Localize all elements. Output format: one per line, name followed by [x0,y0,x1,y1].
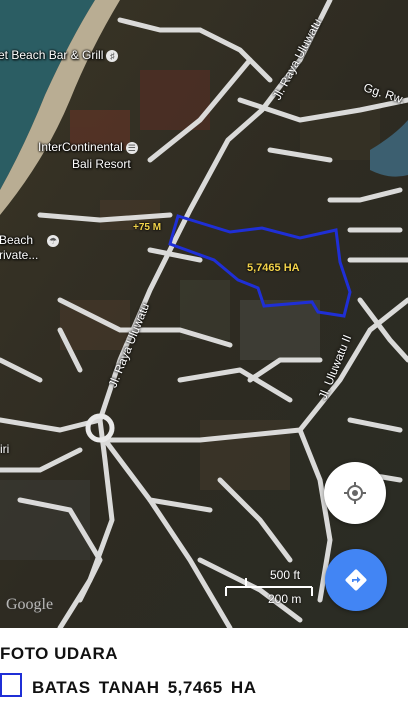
google-attribution: Google [6,596,54,613]
poi-label: InterContinental [38,140,123,154]
bed-icon: ☰ [125,141,138,154]
poi-intercontinental[interactable]: InterContinental ☰ [38,140,138,154]
poi-label: Bali Resort [72,157,131,171]
aerial-map[interactable]: et Beach Bar & Grill ♯ InterContinental ☰ … [0,0,408,631]
fork-knife-icon: ♯ [106,49,119,62]
poi-label: rivate... [0,248,39,262]
my-location-button[interactable] [324,462,386,524]
parcel-area-label: 5,7465 HA [247,262,300,274]
directions-button[interactable] [325,549,387,611]
umbrella-icon: ☂ [47,234,60,247]
elevation-label: +75 M [133,222,162,233]
scale-feet-label: 500 ft [270,568,301,582]
poi-label: et Beach Bar & Grill [0,48,104,62]
legend-label: BATAS TANAH 5,7465 HA [32,678,257,697]
poi-beach-bar[interactable]: et Beach Bar & Grill ♯ [0,48,119,62]
road-label-left-edge: iri [0,442,10,456]
directions-arrow-icon [345,569,367,591]
satellite-imagery [0,0,408,631]
poi-label: Beach [0,233,34,247]
legend-swatch [0,673,22,697]
poi-beach-club[interactable]: Beach ☂ [0,233,60,247]
poi-intercontinental-line2: Bali Resort [72,157,131,171]
poi-beach-club-line2: rivate... [0,248,38,262]
crosshair-icon [344,482,366,504]
scale-meters-label: 200 m [268,592,302,606]
caption-title: FOTO UDARA [0,644,119,663]
map-scale: 500 ft 200 m [224,566,314,608]
